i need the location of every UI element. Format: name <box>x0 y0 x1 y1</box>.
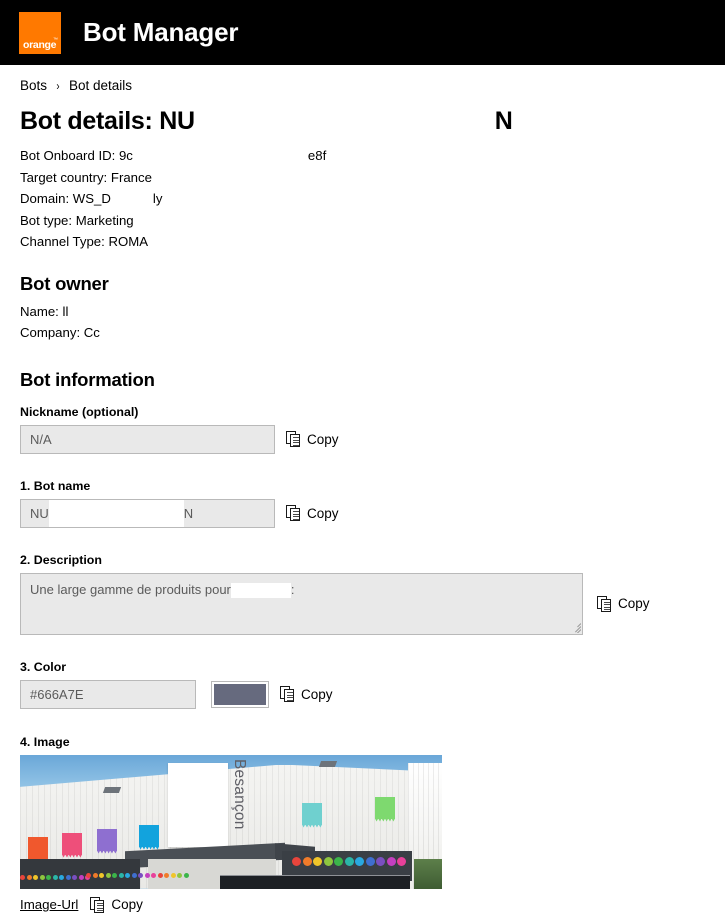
meta-domain-label: Domain: <box>20 191 70 206</box>
image-sign-4 <box>139 824 159 847</box>
copy-button-bot-name[interactable]: Copy <box>286 505 339 521</box>
copy-button-nickname[interactable]: Copy <box>286 431 339 447</box>
meta-bot-type: Bot type: Marketing <box>20 212 134 228</box>
field-label-description: 2. Description <box>20 552 102 567</box>
image-url-link[interactable]: Image-Url <box>20 897 78 912</box>
section-heading-bot-information: Bot information <box>20 368 155 390</box>
field-description: 2. Description Une large gamme de produi… <box>20 553 705 635</box>
image-besancon-text: Besançon <box>231 758 248 830</box>
copy-button-image-url[interactable]: Copy <box>90 896 143 913</box>
breadcrumb-item-bots[interactable]: Bots <box>20 78 47 93</box>
copy-icon <box>90 896 105 913</box>
copy-icon <box>597 595 612 612</box>
copy-icon <box>286 505 301 521</box>
chevron-right-icon: › <box>56 78 60 93</box>
copy-button-description[interactable]: Copy <box>597 595 650 612</box>
meta-onboard-id: Bot Onboard ID: 9c e8f <box>20 145 705 167</box>
orange-logo: orange ™ <box>19 11 61 54</box>
description-value-start: Une large gamme de produits pour <box>30 581 231 597</box>
image-trees <box>414 858 442 889</box>
meta-onboard-id-end: e8f <box>307 148 327 163</box>
breadcrumb: Bots › Bot details <box>0 65 725 93</box>
orange-logo-label: orange <box>23 39 57 51</box>
image-sign-2 <box>62 832 82 855</box>
field-label-color: 3. Color <box>20 659 67 674</box>
meta-onboard-id-label: Bot Onboard ID: <box>20 148 116 163</box>
page-title-value-start: NU <box>159 107 195 135</box>
field-label-image: 4. Image <box>20 734 70 749</box>
app-title: Bot Manager <box>83 17 239 47</box>
meta-onboard-id-start: 9c <box>118 148 133 163</box>
copy-button-label: Copy <box>307 505 339 521</box>
color-input-value: #666A7E <box>30 686 84 702</box>
meta-domain-start: WS_D <box>72 191 111 206</box>
app-header: orange ™ Bot Manager <box>0 0 725 65</box>
breadcrumb-item-bot-details[interactable]: Bot details <box>69 78 132 93</box>
redaction-block-bot-name <box>48 499 184 527</box>
bot-image-preview: Besançon <box>20 754 442 889</box>
nickname-input[interactable]: N/A <box>20 424 275 454</box>
field-bot-name: 1. Bot name NU N Copy <box>20 479 705 528</box>
bot-name-input-value-end: N <box>183 505 194 521</box>
copy-icon <box>280 686 295 702</box>
owner-name: Name: ll <box>20 301 705 323</box>
image-white-panel <box>168 762 228 847</box>
meta-domain: Domain: WS_D ly <box>20 188 705 210</box>
image-shop-window <box>220 874 410 889</box>
field-color: 3. Color #666A7E Copy <box>20 660 705 709</box>
copy-button-label: Copy <box>307 431 339 447</box>
owner-company: Company: Cc <box>20 322 705 344</box>
meta-channel-type: Channel Type: ROMA <box>20 234 149 249</box>
image-lamp-left <box>102 786 122 793</box>
meta-domain-end: ly <box>152 191 163 206</box>
trademark-icon: ™ <box>53 36 58 43</box>
copy-button-color[interactable]: Copy <box>280 686 333 702</box>
section-heading-bot-owner: Bot owner <box>20 272 109 294</box>
redaction-block-description <box>230 582 291 598</box>
owner-name-label: Name: <box>20 303 59 319</box>
image-sign-6 <box>375 796 395 819</box>
copy-button-label: Copy <box>618 596 650 611</box>
field-label-bot-name: 1. Bot name <box>20 478 91 493</box>
color-swatch-preview <box>211 680 269 708</box>
owner-name-value: ll <box>62 303 69 319</box>
image-sign-1 <box>28 836 48 859</box>
copy-icon <box>286 431 301 447</box>
page-title-value-end: N <box>494 107 513 135</box>
description-value-end: : <box>290 581 295 597</box>
owner-company-label: Company: <box>20 325 81 340</box>
image-dot-strip-left <box>20 874 90 880</box>
meta-target-country: Target country: France <box>20 169 152 185</box>
bot-name-input-value-start: NU <box>30 505 49 521</box>
redaction-block-domain <box>110 192 153 207</box>
redaction-block-onboard-id <box>132 149 308 164</box>
image-dot-strip-right <box>292 856 406 866</box>
field-nickname: Nickname (optional) N/A Copy <box>20 405 705 454</box>
copy-button-label: Copy <box>111 897 143 912</box>
page-title-prefix: Bot details: <box>20 107 153 135</box>
image-lamp-right <box>318 760 338 767</box>
field-label-nickname: Nickname (optional) <box>20 404 139 419</box>
image-url-row: Image-Url Copy <box>20 896 705 913</box>
page-title: Bot details: NU N <box>20 107 513 136</box>
copy-button-label: Copy <box>301 686 333 702</box>
bot-name-input[interactable]: NU N <box>20 498 275 528</box>
field-image: 4. Image Besançon Image-Url Copy <box>20 735 705 913</box>
owner-company-value: Cc <box>83 325 100 340</box>
image-sign-3 <box>97 828 117 851</box>
image-dot-strip-mid <box>86 872 189 878</box>
redaction-block-title <box>194 109 495 136</box>
color-swatch <box>214 683 266 705</box>
resize-handle-icon[interactable] <box>567 619 581 633</box>
description-textarea[interactable]: Une large gamme de produits pour: <box>20 572 583 635</box>
color-input[interactable]: #666A7E <box>20 679 196 709</box>
image-sign-5 <box>302 802 322 825</box>
nickname-input-value: N/A <box>30 431 52 447</box>
